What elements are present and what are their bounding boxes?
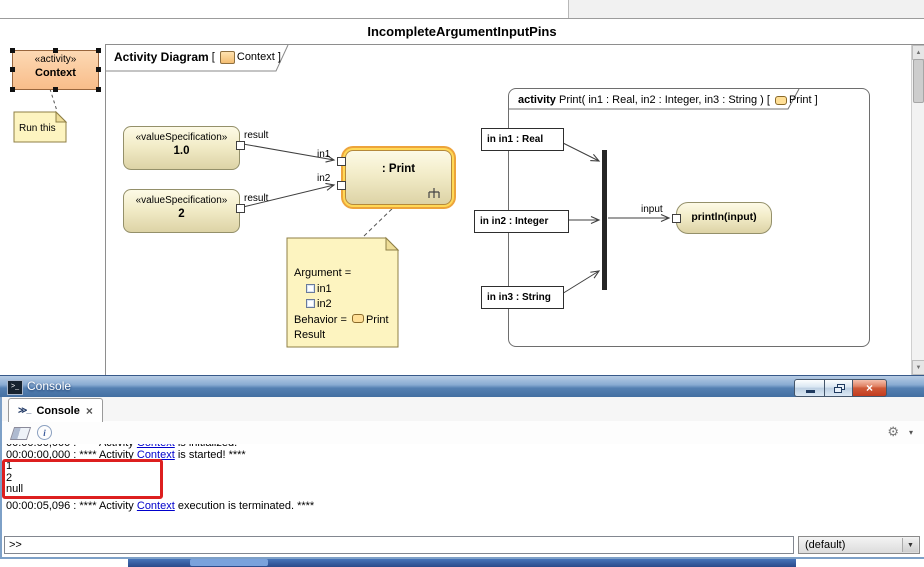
console-tab-icon: ≫_ [18,405,30,416]
minimize-button[interactable] [794,379,826,397]
join-node[interactable] [602,150,607,290]
value-spec-2[interactable]: «valueSpecification» 2 [123,189,240,233]
console-window-title: Console [27,379,71,393]
diagram-heading: Activity Diagram [ Context ] [114,50,281,64]
note-anchor-line[interactable] [50,89,57,111]
vertical-scrollbar[interactable]: ▲ ▼ [911,45,924,375]
taskbar-button [190,559,268,566]
selection-handle[interactable] [96,48,101,53]
note-line: in1 [306,282,394,298]
console-window-icon: >_ [7,380,23,395]
print-call-action[interactable]: : Print [345,150,452,205]
in2-input-pin[interactable] [337,181,346,190]
value-spec-1[interactable]: «valueSpecification» 1.0 [123,126,240,170]
pin-icon [306,299,315,308]
info-icon[interactable]: i [37,425,52,440]
selection-handle[interactable] [53,87,58,92]
activity-parameter-in3[interactable]: in in3 : String [481,286,564,309]
scrollbar-thumb[interactable] [913,59,924,103]
console-tab[interactable]: ≫_ Console × [8,398,103,422]
result-output-pin[interactable] [236,204,245,213]
tab-close-icon[interactable]: × [86,404,93,418]
restore-button[interactable] [824,379,854,397]
minimize-icon [806,390,815,393]
context-name: Context [13,67,98,79]
note-line: in2 [306,297,394,313]
taskbar-strip [128,558,796,567]
run-note-label[interactable]: Run this [19,123,56,134]
rake-icon [427,187,441,199]
selection-handle[interactable] [10,87,15,92]
activity-parameter-in1[interactable]: in in1 : Real [481,128,564,151]
dropdown-arrow-icon[interactable]: ▼ [902,538,918,552]
console-window-titlebar[interactable]: >_ Console × [0,375,924,399]
run-note-fold-corner [56,112,66,122]
scroll-down-icon[interactable]: ▼ [912,360,924,375]
context-activity-element[interactable]: «activity» Context [12,50,99,90]
behavior-icon [352,314,364,323]
context-stereotype: «activity» [13,54,98,65]
console-tab-bar: ≫_ Console × [2,397,924,422]
console-line-terminated: 00:00:05,096 : **** Activity Context exe… [6,501,924,513]
selection-handle[interactable] [10,67,15,72]
println-action[interactable]: println(input) [676,202,772,234]
in1-input-pin[interactable] [337,157,346,166]
result-output-pin[interactable] [236,141,245,150]
selection-handle[interactable] [10,48,15,53]
argument-note[interactable]: Argument =in1in2Behavior = PrintResult [294,266,394,344]
pin-icon [306,284,315,293]
note-line: Behavior = Print [294,313,394,329]
clear-console-icon[interactable] [10,427,31,440]
dropdown-value: (default) [805,539,845,551]
scroll-up-icon[interactable]: ▲ [912,45,924,60]
background-window-strip [568,0,924,18]
activity-parameter-in2[interactable]: in in2 : Integer [474,210,569,233]
console-language-dropdown[interactable]: (default) ▼ [798,536,920,554]
input-pin-label[interactable]: input [641,204,663,215]
selection-handle[interactable] [96,67,101,72]
result-pin-label[interactable]: result [244,193,268,204]
gear-dropdown-caret-icon[interactable]: ▾ [909,428,913,437]
result-pin-label[interactable]: result [244,130,268,141]
context-link[interactable]: Context [137,500,175,512]
selection-handle[interactable] [53,48,58,53]
activity-diagram-icon [220,51,235,64]
sample-title: IncompleteArgumentInputPins [0,18,924,45]
close-button[interactable]: × [852,379,887,397]
console-command-input[interactable] [4,536,794,554]
behavior-icon [775,96,787,105]
note-line: Argument = [294,266,394,282]
selection-handle[interactable] [96,87,101,92]
println-input-pin[interactable] [672,214,681,223]
note-line: Result [294,328,394,344]
diagram-name: Activity Diagram [114,50,209,64]
settings-gear-icon[interactable]: ⚙ [887,424,899,440]
console-tab-label: Console [36,405,79,417]
restore-icon [834,384,845,393]
in2-pin-label[interactable]: in2 [317,173,330,184]
screenshot-root: IncompleteArgumentInputPins Activity Dia… [0,0,924,567]
annotation-highlight-box [2,459,163,499]
frame-heading: activity Print( in1 : Real, in2 : Intege… [518,94,818,106]
in1-pin-label[interactable]: in1 [317,149,330,160]
console-toolbar: i ⚙ ▾ [2,421,924,445]
